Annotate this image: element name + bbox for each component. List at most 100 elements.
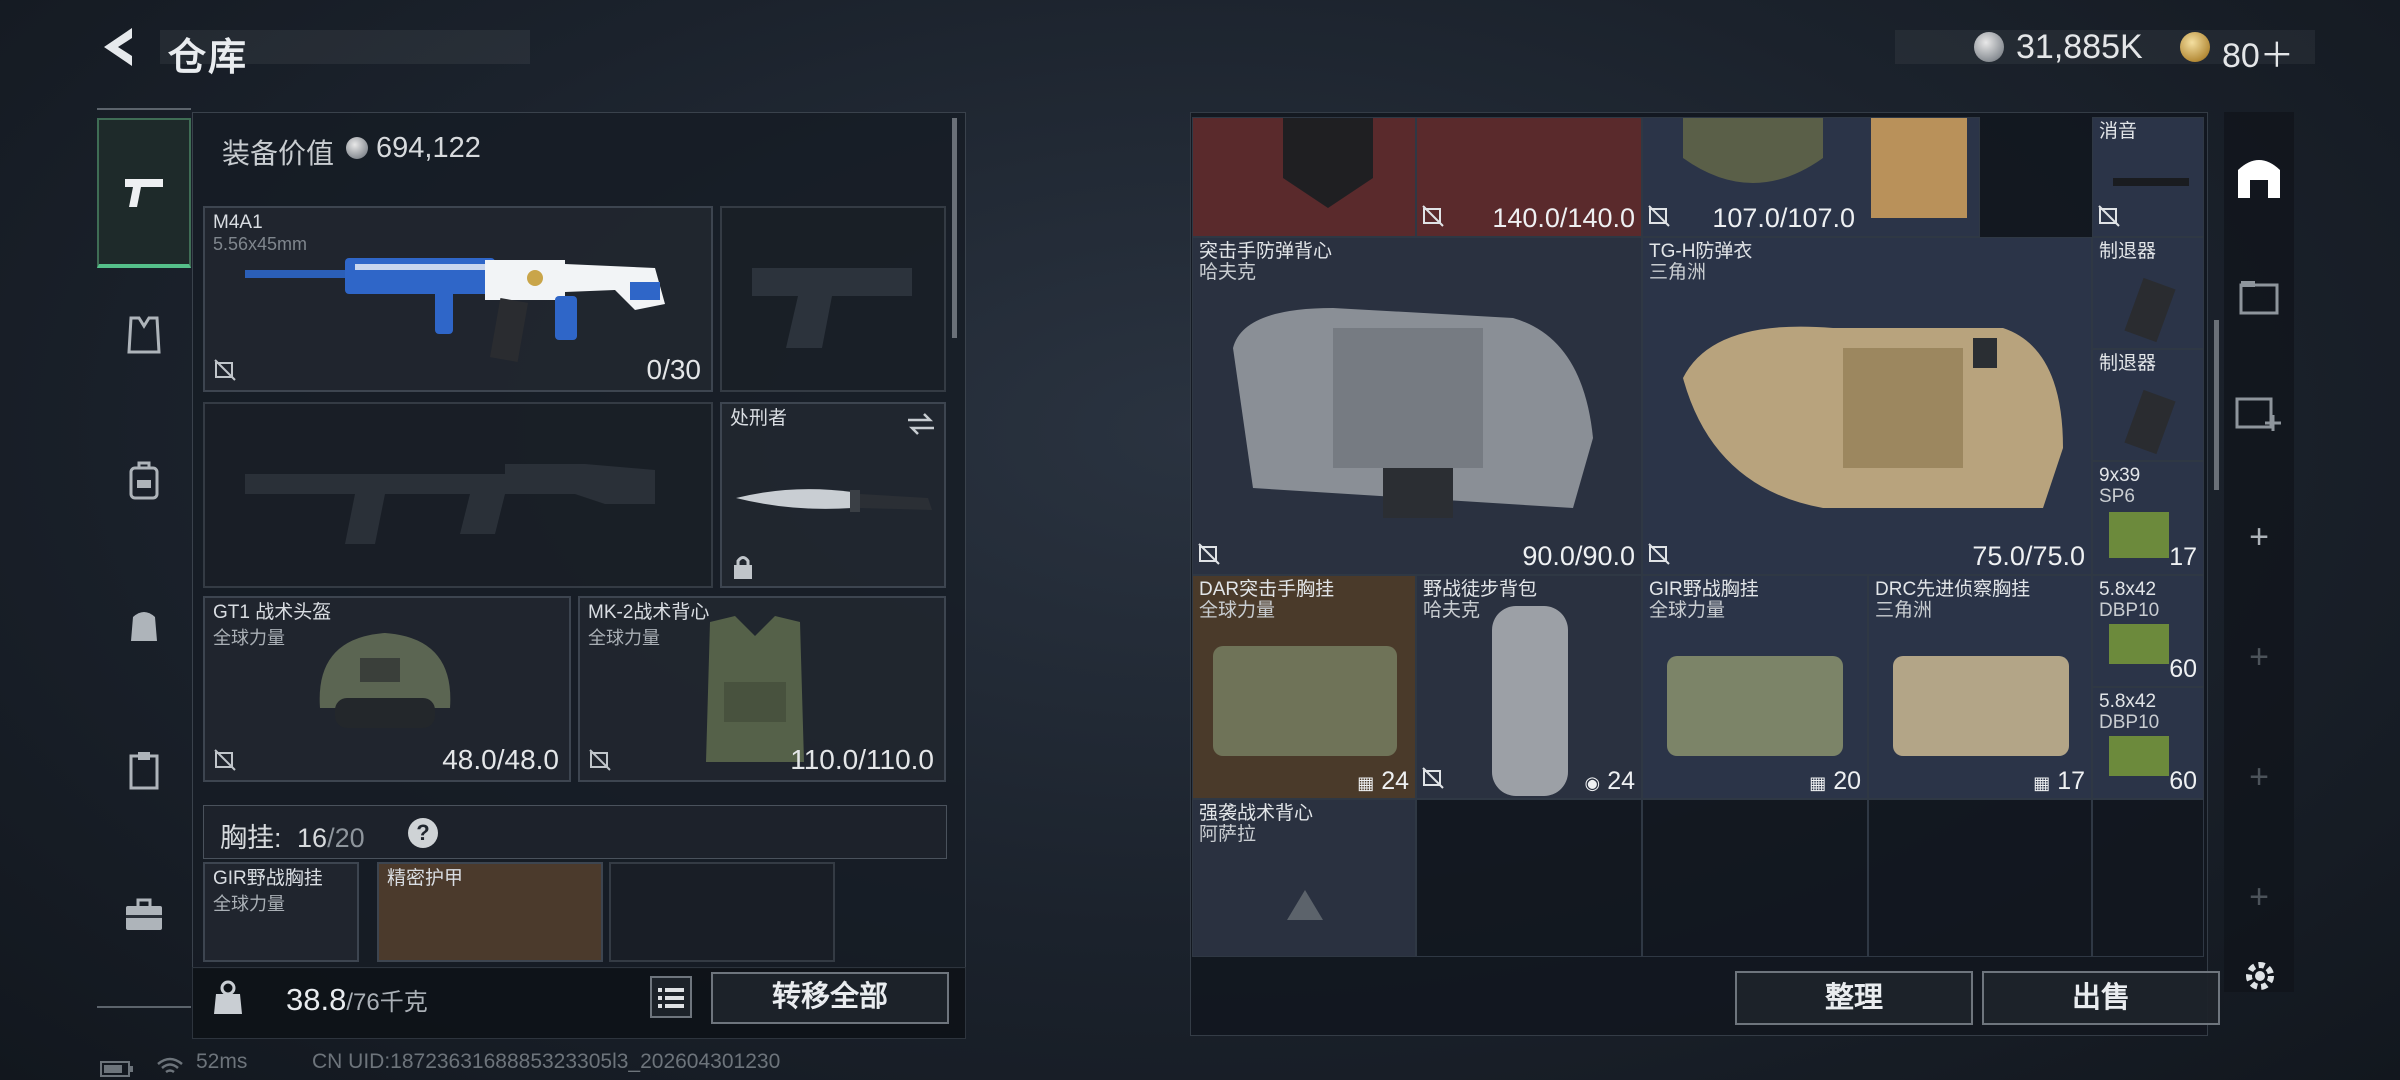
item-name: 突击手防弹背心 [1199, 241, 1333, 262]
stash-item[interactable]: 制退器 [2092, 237, 2204, 349]
helmet-brand: 全球力量 [213, 628, 285, 648]
rail-divider [97, 108, 191, 110]
rail-divider [97, 1006, 191, 1008]
item-count: 60 [2169, 767, 2197, 795]
gold-currency[interactable]: 80＋ [2222, 28, 2294, 77]
stash-item[interactable]: DRC先进侦察胸挂 三角洲 ▦ 17 [1868, 575, 2092, 799]
stash-item[interactable]: DAR突击手胸挂 全球力量 ▦ 24 [1192, 575, 1416, 799]
item-name: DRC先进侦察胸挂 [1875, 579, 2031, 600]
equip-value: 694,122 [376, 132, 481, 164]
page-title: 仓库 [168, 37, 249, 79]
stash-item[interactable]: 制退器 [2092, 349, 2204, 461]
category-rail [97, 108, 191, 1008]
back-button[interactable] [96, 22, 146, 72]
silver-coin-icon [1974, 32, 2004, 67]
rail-toolbox[interactable] [97, 868, 191, 962]
stash-empty-cell[interactable] [1868, 799, 2092, 957]
melee-slot[interactable]: 处刑者 [720, 402, 946, 588]
stash-item[interactable] [1192, 117, 1416, 237]
swap-icon[interactable] [906, 412, 936, 436]
add-tab-button[interactable]: + [2224, 742, 2294, 812]
add-tab-button[interactable]: + [2224, 502, 2294, 572]
chest-item[interactable]: 精密护甲 [377, 862, 603, 962]
add-stash-tab[interactable] [2224, 377, 2294, 447]
stash-item[interactable]: 5.8x42 DBP10 60 [2092, 687, 2204, 799]
chest-item-empty[interactable] [609, 862, 835, 962]
item-brand: 阿萨拉 [1199, 824, 1257, 845]
suppressor-image [2113, 178, 2189, 186]
stash-scrollbar[interactable] [2214, 320, 2219, 490]
plate-image [1871, 118, 1967, 218]
pistol-slot[interactable] [720, 206, 946, 392]
stash-home-tab[interactable] [2224, 142, 2294, 212]
chest-item-brand: 全球力量 [213, 894, 285, 914]
list-icon [658, 988, 684, 1008]
stash-empty-cell[interactable] [1642, 799, 1868, 957]
rail-weapons[interactable] [97, 118, 191, 268]
item-count: ◉ 24 [1585, 767, 1635, 796]
primary-weapon-slot[interactable]: M4A1 5.56x45mm 0/30 [203, 206, 713, 392]
item-name: 5.8x42 [2099, 691, 2157, 712]
stash-item[interactable]: 107.0/107.0 [1642, 117, 1980, 237]
plus-icon: + [2249, 517, 2269, 556]
loadout-scrollbar[interactable] [952, 118, 957, 338]
muzzle-brake-image [2124, 389, 2176, 455]
sell-button[interactable]: 出售 [1982, 971, 2220, 1025]
item-brand: 三角洲 [1649, 262, 1707, 283]
item-brand: 全球力量 [1649, 600, 1726, 621]
item-count: 17 [2169, 543, 2197, 571]
unlinked-icon [1422, 767, 1444, 789]
unlinked-icon [214, 359, 236, 381]
stash-item[interactable]: 突击手防弹背心 哈夫克 90.0/90.0 [1192, 237, 1642, 575]
rail-pouch[interactable] [97, 578, 191, 672]
melee-name: 处刑者 [730, 408, 788, 429]
stash-item[interactable]: 野战徒步背包 哈夫克 ◉ 24 [1416, 575, 1642, 799]
rail-backpack[interactable] [97, 433, 191, 527]
sort-button[interactable]: 整理 [1735, 971, 1973, 1025]
item-name: 野战徒步背包 [1423, 579, 1538, 600]
item-name: 5.8x42 [2099, 579, 2157, 600]
chest-total: /20 [327, 823, 365, 853]
armor-item-image [1683, 118, 1823, 183]
capacity-count: 17 [2057, 767, 2085, 795]
rail-case[interactable] [97, 723, 191, 817]
unlinked-icon [1648, 543, 1670, 565]
list-view-button[interactable] [650, 976, 692, 1018]
secondary-weapon-slot[interactable] [203, 402, 713, 588]
knife-image [736, 489, 932, 512]
helmet-slot[interactable]: GT1 战术头盔 全球力量 48.0/48.0 [203, 596, 571, 782]
unlinked-icon [2098, 205, 2120, 227]
stash-empty-cell[interactable] [1416, 799, 1642, 957]
settings-gear-icon[interactable] [2240, 956, 2280, 996]
chest-rig-image [1667, 656, 1843, 756]
add-tab-button[interactable]: + [2224, 622, 2294, 692]
stash-item[interactable]: 140.0/140.0 [1416, 117, 1642, 237]
stash-folder-tab[interactable] [2224, 262, 2294, 332]
weight-current: 38.8 [286, 982, 347, 1017]
ammo-box-image [2109, 736, 2169, 776]
helmet-durability: 48.0/48.0 [442, 744, 559, 775]
rail-armor[interactable] [97, 288, 191, 382]
vest-durability: 110.0/110.0 [790, 744, 934, 775]
chest-item[interactable]: GIR野战胸挂 全球力量 [203, 862, 359, 962]
stash-item[interactable]: GIR野战胸挂 全球力量 ▦ 20 [1642, 575, 1868, 799]
stash-item[interactable]: 5.8x42 DBP10 60 [2092, 575, 2204, 687]
add-tab-button[interactable]: + [2224, 862, 2294, 932]
item-durability: 75.0/75.0 [1972, 541, 2085, 571]
vest-slot[interactable]: MK-2战术背心 全球力量 110.0/110.0 [578, 596, 946, 782]
stash-item[interactable]: 9x39 SP6 17 [2092, 461, 2204, 575]
stash-item[interactable]: 消音 [2092, 117, 2204, 237]
weight-value: 38.8/76千克 [286, 982, 428, 1018]
vest-icon [127, 316, 161, 354]
capacity-count: 20 [1833, 767, 1861, 795]
item-sub: DBP10 [2099, 600, 2160, 621]
item-count: ▦ 20 [1809, 767, 1861, 796]
loading-triangle-icon [1287, 890, 1323, 920]
chest-rig-image [1893, 656, 2069, 756]
item-name: 制退器 [2099, 241, 2157, 262]
transfer-all-button[interactable]: 转移全部 [711, 972, 949, 1024]
stash-item[interactable]: TG-H防弹衣 三角洲 75.0/75.0 [1642, 237, 2092, 575]
stash-item[interactable]: 强袭战术背心 阿萨拉 [1192, 799, 1416, 957]
stash-empty-cell[interactable] [2092, 799, 2204, 957]
help-icon[interactable]: ? [408, 818, 438, 848]
